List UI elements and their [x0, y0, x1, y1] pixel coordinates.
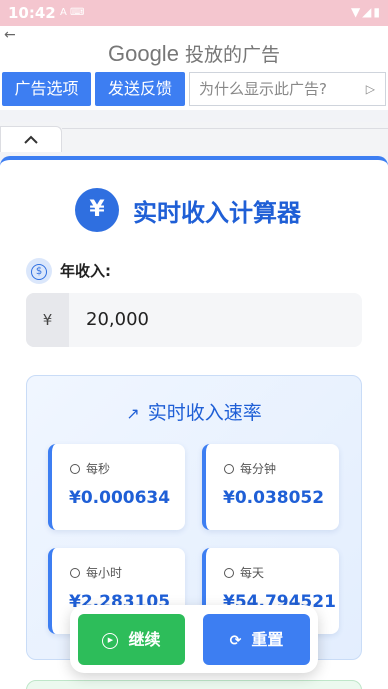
notification-icons: A ⌨ [60, 7, 85, 18]
google-brand: Google [107, 41, 179, 66]
rate-title-label: 实时收入速率 [147, 402, 262, 424]
currency-prefix: ¥ [26, 293, 69, 347]
income-value[interactable]: 20,000 [86, 293, 149, 347]
system-status-icons: ▼◢▮ [350, 5, 382, 19]
clock-icon [224, 568, 234, 578]
clock-icon [224, 464, 234, 474]
ad-title-suffix: 投放的广告 [184, 44, 280, 66]
income-label: 年收入: [60, 262, 111, 280]
status-bar: 10:42 A ⌨ ▼◢▮ [0, 0, 388, 26]
send-feedback-button[interactable]: 发送反馈 [95, 72, 185, 106]
page-title: 实时收入计算器 [133, 199, 301, 227]
ad-banner: ← Google 投放的广告 广告选项 发送反馈 为什么显示此广告? ▷ [0, 26, 388, 110]
trending-up-icon: ↗ [126, 404, 140, 423]
ad-options-button[interactable]: 广告选项 [2, 72, 91, 106]
rate-card-per-minute: 每分钟 ¥0.038052 [202, 444, 339, 530]
collapse-ad-button[interactable] [0, 126, 62, 152]
action-bar: ▶ 继续 ⟳ 重置 [70, 605, 318, 673]
ad-title: Google 投放的广告 [0, 40, 388, 67]
reset-label: 重置 [251, 630, 284, 649]
status-time: 10:42 [8, 4, 56, 22]
clock-icon [70, 568, 80, 578]
rate-label: 每小时 [86, 566, 123, 580]
reset-button[interactable]: ⟳ 重置 [203, 614, 310, 665]
rate-title: ↗ 实时收入速率 [27, 398, 361, 425]
rate-label: 每秒 [86, 462, 111, 476]
calculator-card: ¥ 实时收入计算器 $ 年收入: ¥ 20,000 ↗ 实时收入速率 每秒 ¥0.… [0, 156, 388, 689]
yen-icon: ¥ [75, 188, 119, 232]
dollar-coin-icon: $ [26, 258, 52, 284]
rate-card-per-second: 每秒 ¥0.000634 [48, 444, 185, 530]
why-this-ad-button[interactable]: 为什么显示此广告? ▷ [189, 72, 386, 106]
continue-label: 继续 [128, 630, 161, 649]
why-this-ad-label: 为什么显示此广告? [199, 80, 327, 98]
play-triangle-icon: ▷ [365, 82, 375, 96]
collapse-strip [0, 122, 388, 152]
rate-value: ¥0.000634 [69, 488, 171, 508]
clock-icon [70, 464, 80, 474]
chevron-up-icon [24, 135, 38, 144]
annual-income-input[interactable]: ¥ 20,000 [26, 293, 362, 347]
summary-panel [26, 680, 362, 689]
play-circle-icon: ▶ [102, 632, 119, 649]
refresh-icon: ⟳ [229, 633, 242, 649]
divider [62, 128, 388, 129]
rate-label: 每天 [240, 566, 265, 580]
rate-label: 每分钟 [240, 462, 277, 476]
continue-button[interactable]: ▶ 继续 [78, 614, 185, 665]
rate-value: ¥0.038052 [223, 488, 325, 508]
